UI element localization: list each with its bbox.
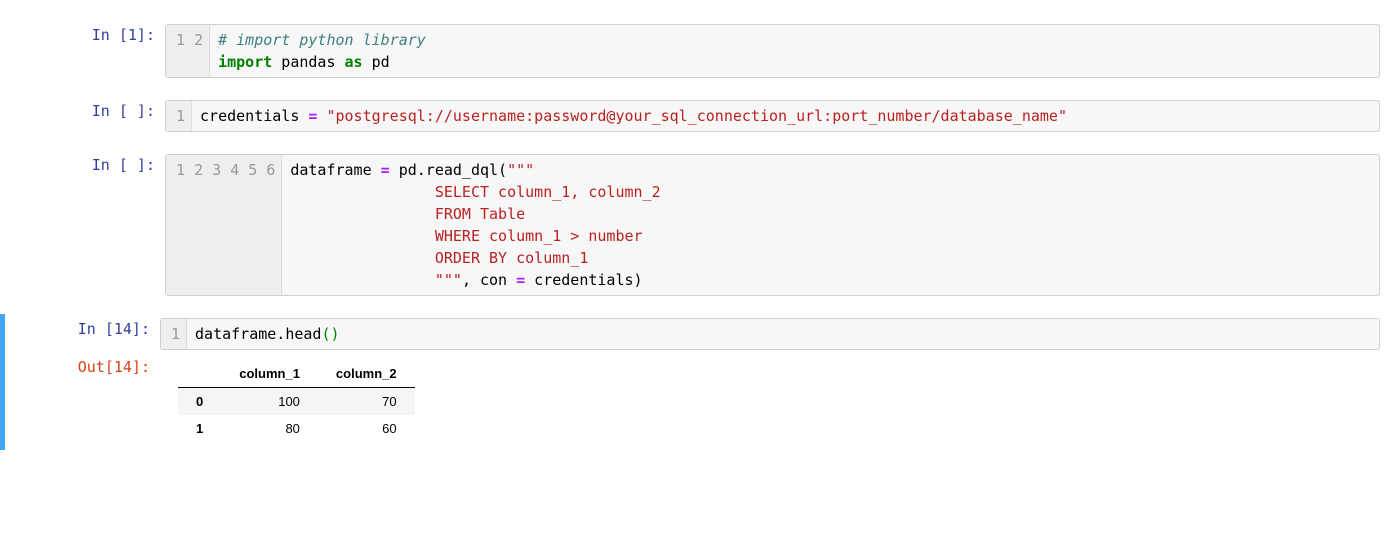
input-prompt: In [ ]: [5,154,165,296]
table-header-row: column_1 column_2 [178,360,415,388]
code-input[interactable]: 1 credentials = "postgresql://username:p… [165,100,1380,132]
column-header: column_1 [221,360,318,388]
cell-value: 100 [221,388,318,416]
code-text[interactable]: credentials = "postgresql://username:pas… [192,101,1379,131]
code-input[interactable]: 1 dataframe.head() [160,318,1380,350]
cell-value: 80 [221,415,318,442]
input-prompt: In [14]: [5,318,160,350]
line-gutter: 1 2 [166,25,210,77]
cell-value: 70 [318,388,415,416]
code-text[interactable]: # import python library import pandas as… [210,25,1379,77]
line-gutter: 1 [166,101,192,131]
column-header: column_2 [318,360,415,388]
code-cell[interactable]: In [ ]: 1 credentials = "postgresql://us… [0,96,1400,136]
index-header [178,360,221,388]
code-cell-selected[interactable]: In [14]: 1 dataframe.head() Out[14]: col… [0,314,1400,450]
code-input[interactable]: 1 2 # import python library import panda… [165,24,1380,78]
line-gutter: 1 [161,319,187,349]
output-area: column_1 column_2 0 100 70 1 80 60 [160,356,1400,446]
output-row: Out[14]: column_1 column_2 0 100 70 [5,356,1400,446]
input-prompt: In [1]: [5,24,165,78]
dataframe-table: column_1 column_2 0 100 70 1 80 60 [178,360,415,442]
output-prompt: Out[14]: [5,356,160,446]
code-text[interactable]: dataframe = pd.read_dql(""" SELECT colum… [282,155,1379,295]
line-gutter: 1 2 3 4 5 6 [166,155,282,295]
input-prompt: In [ ]: [5,100,165,132]
row-index: 0 [178,388,221,416]
code-text[interactable]: dataframe.head() [187,319,1379,349]
row-index: 1 [178,415,221,442]
code-input[interactable]: 1 2 3 4 5 6 dataframe = pd.read_dql(""" … [165,154,1380,296]
code-cell[interactable]: In [1]: 1 2 # import python library impo… [0,20,1400,82]
cell-value: 60 [318,415,415,442]
table-row: 1 80 60 [178,415,415,442]
table-row: 0 100 70 [178,388,415,416]
code-cell[interactable]: In [ ]: 1 2 3 4 5 6 dataframe = pd.read_… [0,150,1400,300]
